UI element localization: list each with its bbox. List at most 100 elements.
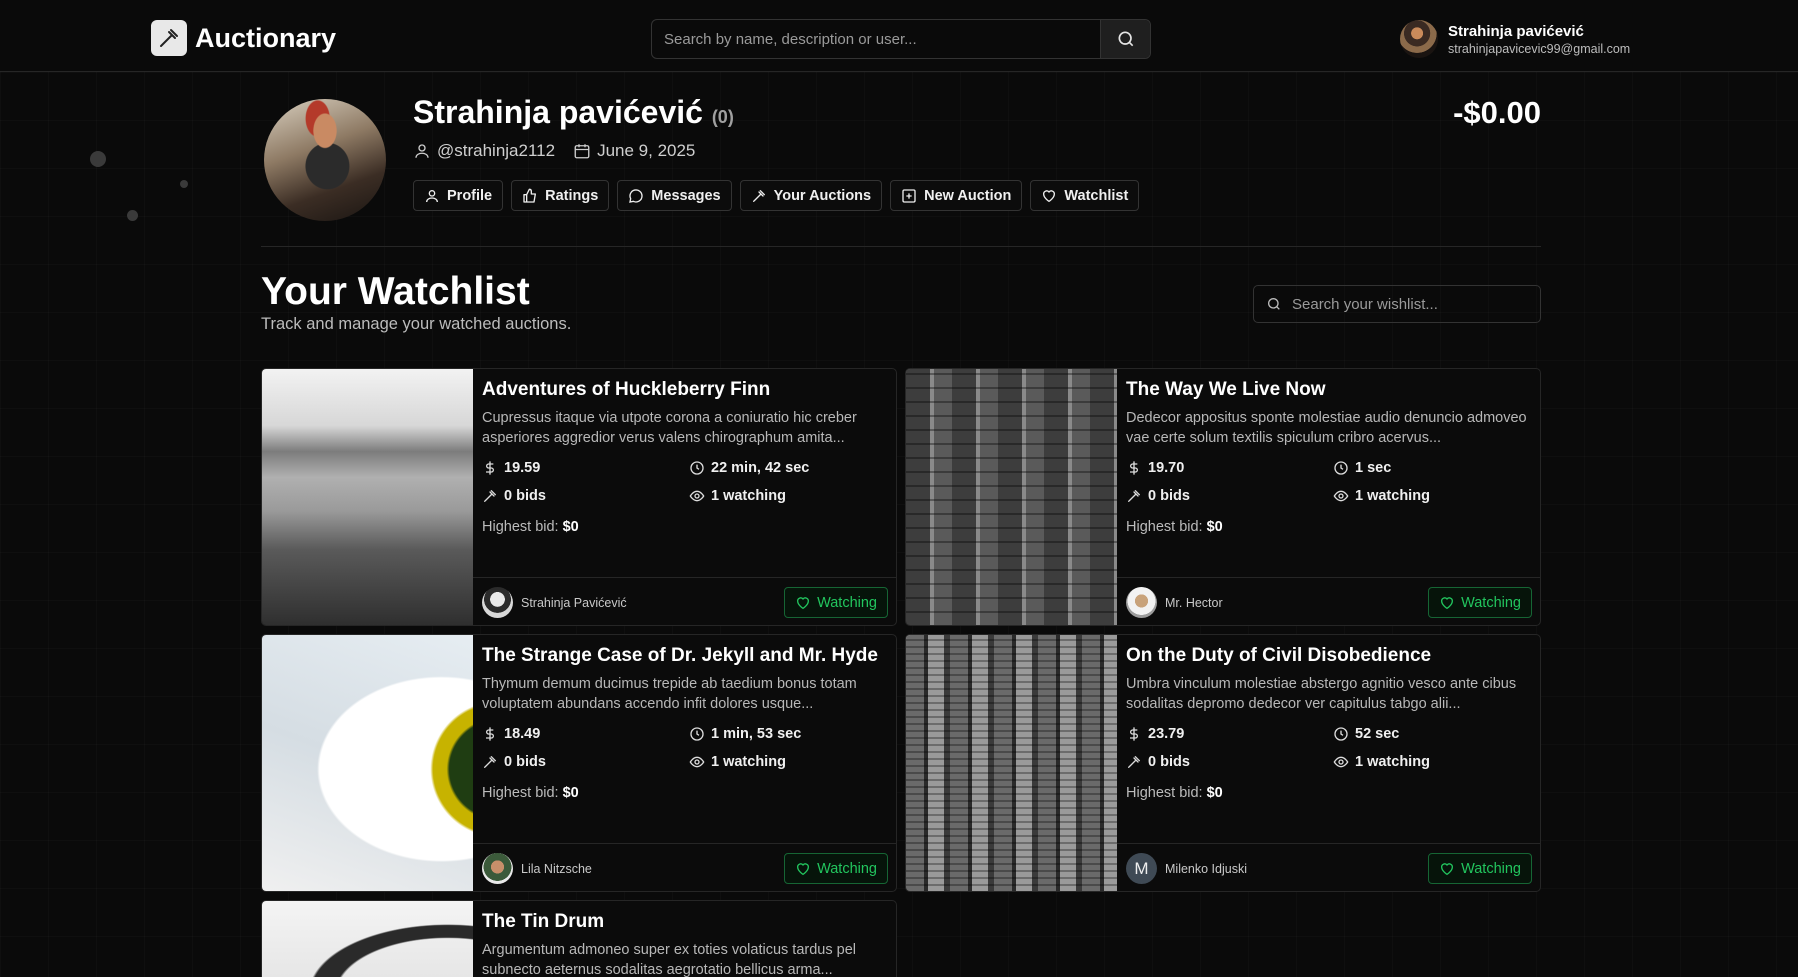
heart-icon bbox=[1441, 596, 1454, 609]
heart-icon bbox=[797, 862, 810, 875]
watching-count: 1 watching bbox=[1355, 753, 1430, 770]
price-stat: 19.70 bbox=[1126, 458, 1333, 477]
section-divider bbox=[261, 246, 1541, 247]
clock-icon bbox=[1334, 726, 1348, 741]
joined-meta: June 9, 2025 bbox=[573, 141, 695, 161]
profile-nav-new-auction[interactable]: New Auction bbox=[890, 180, 1023, 211]
search-icon bbox=[1268, 298, 1280, 310]
dollar-icon bbox=[486, 460, 494, 475]
watching-toggle-button[interactable]: Watching bbox=[784, 853, 888, 884]
watching-toggle-button[interactable]: Watching bbox=[1428, 587, 1532, 618]
watchlist-card[interactable]: The Way We Live Now Dedecor appositus sp… bbox=[905, 368, 1541, 626]
auction-title[interactable]: The Way We Live Now bbox=[1126, 379, 1531, 401]
seller[interactable]: Strahinja Pavićević bbox=[482, 587, 784, 618]
nav-label: Ratings bbox=[545, 187, 599, 204]
avatar bbox=[1126, 587, 1157, 618]
seller[interactable]: Mr. Hector bbox=[1126, 587, 1428, 618]
highest-bid: Highest bid: $0 bbox=[1126, 519, 1531, 535]
nav-label: Watchlist bbox=[1064, 187, 1129, 204]
profile-name-text: Strahinja pavićević bbox=[413, 94, 703, 130]
nav-label: Messages bbox=[651, 187, 721, 204]
bids-stat: 0 bids bbox=[482, 752, 689, 771]
auction-title[interactable]: The Tin Drum bbox=[482, 911, 887, 933]
auction-title[interactable]: On the Duty of Civil Disobedience bbox=[1126, 645, 1531, 667]
gavel-logo-icon bbox=[151, 20, 187, 56]
watchlist-search-input[interactable] bbox=[1292, 295, 1512, 313]
joined-date: June 9, 2025 bbox=[597, 141, 696, 160]
seller[interactable]: M Milenko Idjuski bbox=[1126, 853, 1428, 884]
watchlist-card[interactable]: On the Duty of Civil Disobedience Umbra … bbox=[905, 634, 1541, 892]
profile-nav: Profile Ratings Messages Your Auctions N… bbox=[413, 180, 1140, 211]
nav-label: New Auction bbox=[924, 187, 1012, 204]
card-footer: M Milenko Idjuski Watching bbox=[1117, 843, 1540, 891]
highest-bid-value: $0 bbox=[562, 519, 579, 535]
highest-bid-label: Highest bid: bbox=[1126, 785, 1203, 801]
card-body: On the Duty of Civil Disobedience Umbra … bbox=[1117, 635, 1540, 843]
gavel-icon bbox=[484, 755, 496, 768]
profile-avatar bbox=[264, 99, 386, 221]
highest-bid-value: $0 bbox=[1206, 785, 1223, 801]
eye-icon bbox=[1333, 490, 1349, 501]
card-footer: Mr. Hector Watching bbox=[1117, 577, 1540, 625]
watch-label: Watching bbox=[817, 594, 877, 611]
search-button[interactable] bbox=[1100, 20, 1150, 58]
profile-nav-messages[interactable]: Messages bbox=[617, 180, 732, 211]
user-name: Strahinja pavićević bbox=[1448, 22, 1584, 40]
gavel-icon bbox=[484, 489, 496, 502]
brand-name: Auctionary bbox=[195, 22, 337, 53]
clock-icon bbox=[690, 726, 704, 741]
watchlist-card[interactable]: The Tin Drum Argumentum admoneo super ex… bbox=[261, 900, 897, 977]
avatar: M bbox=[1126, 853, 1157, 884]
bid-count: 0 bids bbox=[504, 753, 546, 770]
card-footer: Lila Nitzsche Watching bbox=[473, 843, 896, 891]
account-balance: -$0.00 bbox=[1453, 95, 1541, 130]
auction-description: Dedecor appositus sponte molestiae audio… bbox=[1126, 410, 1527, 446]
auction-description: Argumentum admoneo super ex toties volat… bbox=[482, 942, 856, 977]
time-left: 1 min, 53 sec bbox=[711, 725, 802, 742]
search-icon bbox=[1118, 31, 1133, 47]
highest-bid: Highest bid: $0 bbox=[1126, 785, 1531, 801]
bids-stat: 0 bids bbox=[1126, 752, 1333, 771]
seller-name: Strahinja Pavićević bbox=[521, 595, 627, 610]
eye-icon bbox=[1333, 756, 1349, 767]
avatar bbox=[482, 587, 513, 618]
profile-nav-ratings[interactable]: Ratings bbox=[511, 180, 610, 211]
watching-count: 1 watching bbox=[711, 487, 786, 504]
brand-link[interactable]: Auctionary bbox=[151, 20, 336, 56]
auction-image bbox=[262, 369, 473, 625]
auction-description: Umbra vinculum molestiae abstergo agniti… bbox=[1126, 676, 1517, 712]
username-meta: @strahinja2112 bbox=[413, 141, 555, 161]
profile-nav-your-auctions[interactable]: Your Auctions bbox=[739, 180, 883, 211]
watching-toggle-button[interactable]: Watching bbox=[1428, 853, 1532, 884]
watch-label: Watching bbox=[817, 860, 877, 877]
rating-count: (0) bbox=[711, 107, 734, 127]
heart-icon bbox=[797, 596, 810, 609]
user-email: strahinjapavicevic99@gmail.com bbox=[1448, 41, 1631, 56]
dollar-icon bbox=[1130, 726, 1138, 741]
watching-toggle-button[interactable]: Watching bbox=[784, 587, 888, 618]
thumbs-up-icon bbox=[523, 188, 537, 203]
time-stat: 52 sec bbox=[1333, 724, 1531, 743]
user-icon bbox=[426, 189, 438, 202]
watchlist-card[interactable]: Adventures of Huckleberry Finn Cupressus… bbox=[261, 368, 897, 626]
auction-title[interactable]: Adventures of Huckleberry Finn bbox=[482, 379, 887, 401]
bid-count: 0 bids bbox=[1148, 487, 1190, 504]
global-search-input[interactable] bbox=[652, 20, 1100, 58]
card-body: The Tin Drum Argumentum admoneo super ex… bbox=[473, 901, 896, 977]
highest-bid-label: Highest bid: bbox=[482, 785, 559, 801]
card-body: The Strange Case of Dr. Jekyll and Mr. H… bbox=[473, 635, 896, 843]
watchlist-card[interactable]: The Strange Case of Dr. Jekyll and Mr. H… bbox=[261, 634, 897, 892]
clock-icon bbox=[1334, 460, 1348, 475]
profile-nav-profile[interactable]: Profile bbox=[413, 180, 504, 211]
bid-count: 0 bids bbox=[1148, 753, 1190, 770]
auction-title[interactable]: The Strange Case of Dr. Jekyll and Mr. H… bbox=[482, 645, 887, 667]
seller[interactable]: Lila Nitzsche bbox=[482, 853, 784, 884]
user-menu[interactable]: Strahinja pavićević strahinjapavicevic99… bbox=[1400, 20, 1630, 58]
profile-meta: @strahinja2112 June 9, 2025 bbox=[413, 141, 695, 161]
auction-stats: 19.59 22 min, 42 sec 0 bids 1 watching bbox=[482, 458, 887, 505]
profile-name: Strahinja pavićević (0) bbox=[413, 94, 734, 131]
profile-nav-watchlist[interactable]: Watchlist bbox=[1030, 180, 1140, 211]
eye-icon bbox=[689, 490, 705, 501]
heart-icon bbox=[1043, 189, 1056, 202]
price: 18.49 bbox=[504, 725, 541, 742]
